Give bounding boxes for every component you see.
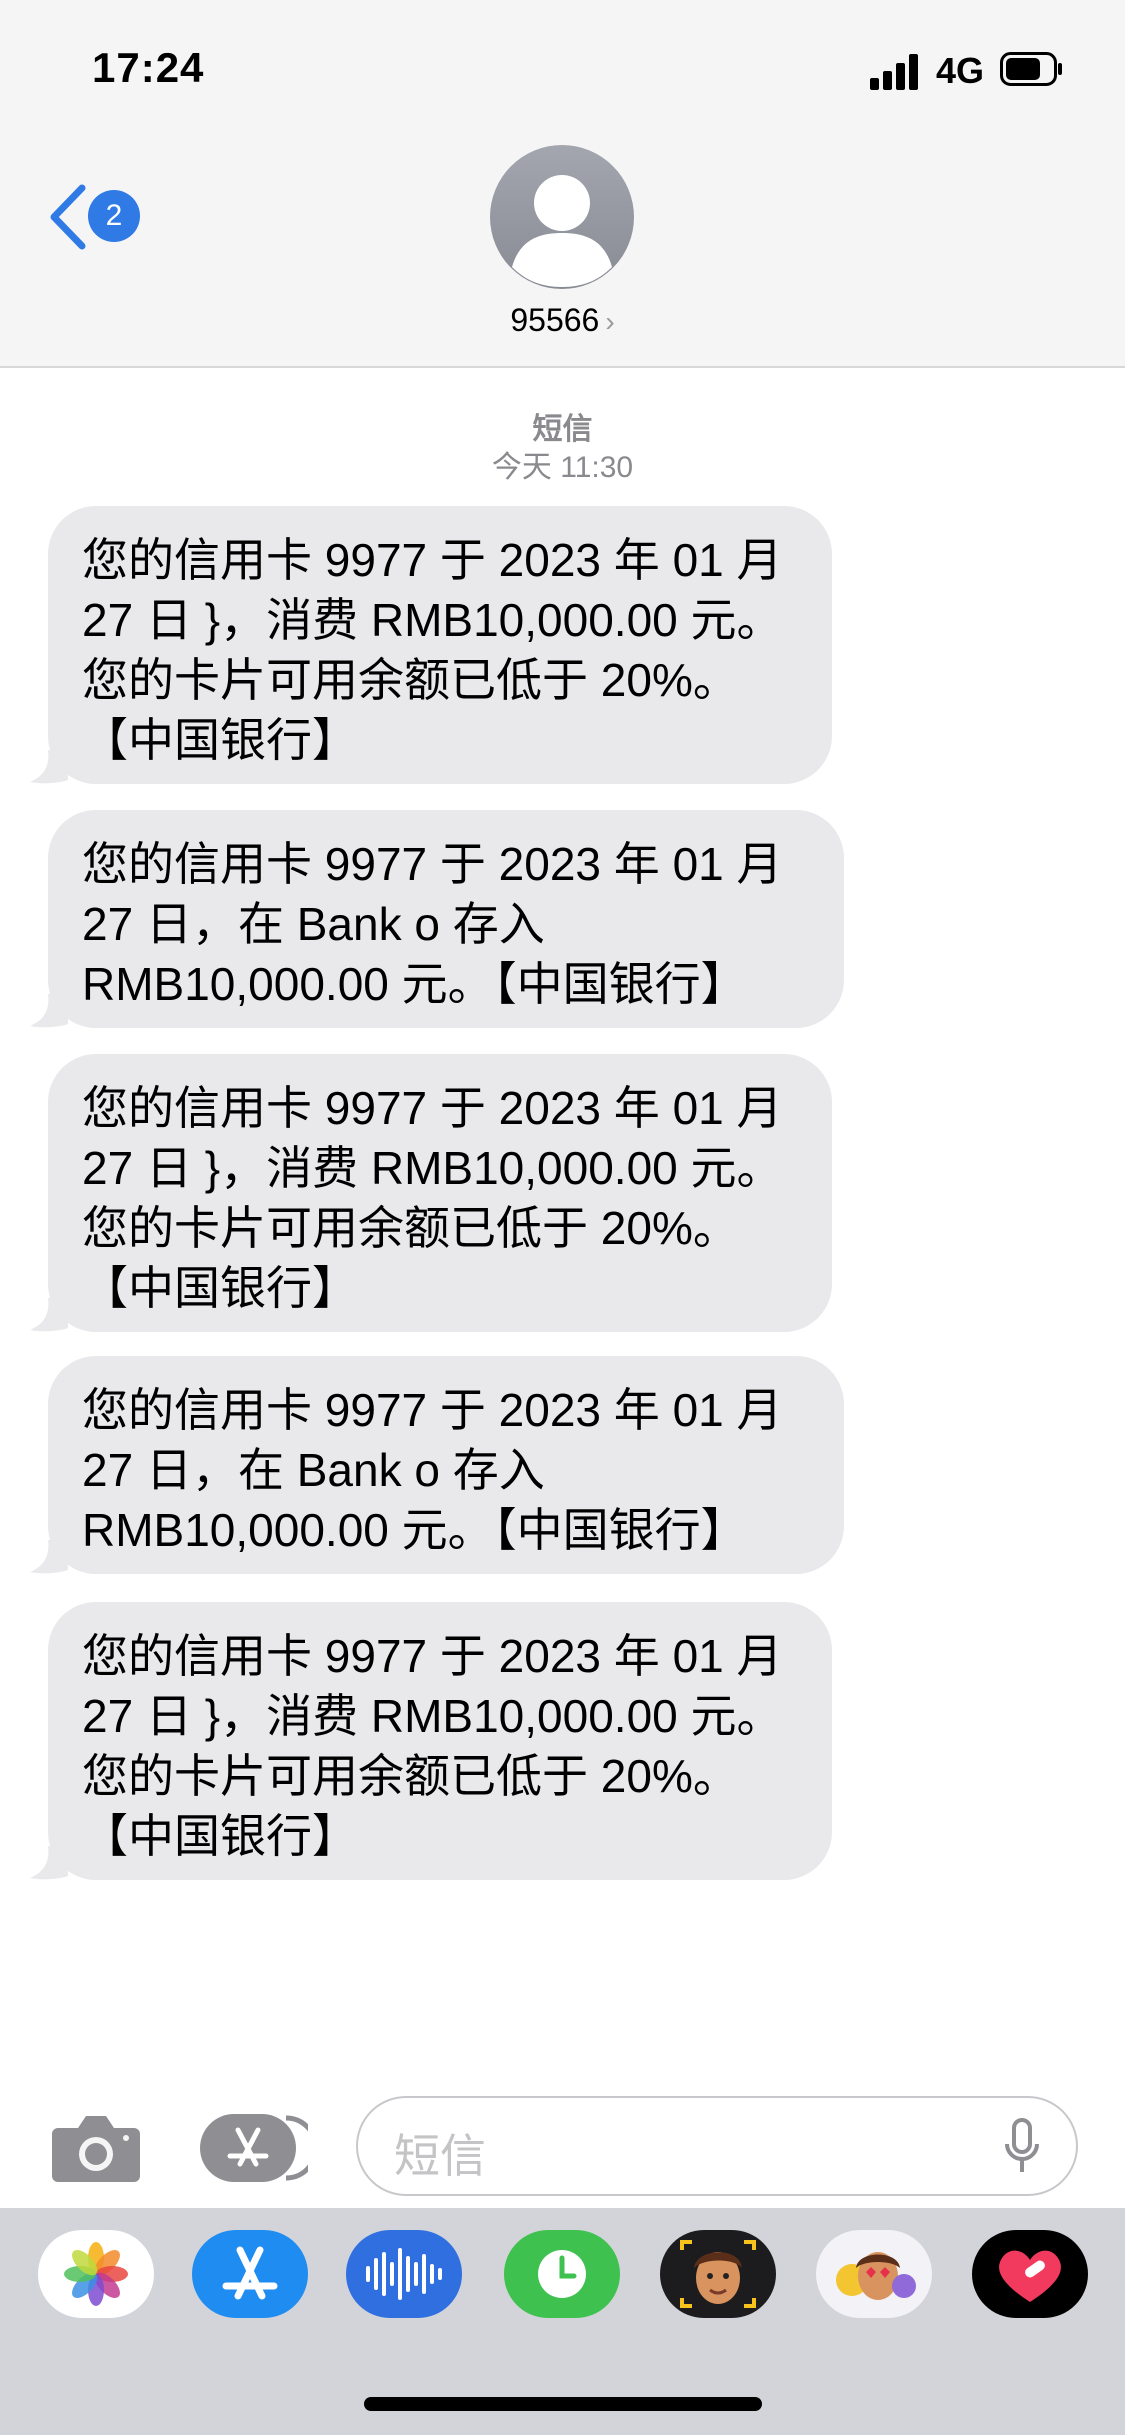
network-type: 4G bbox=[936, 50, 985, 91]
camera-icon[interactable] bbox=[50, 2110, 142, 2184]
message-input-placeholder: 短信 bbox=[394, 2130, 486, 2182]
audio-messages-icon[interactable] bbox=[346, 2230, 462, 2318]
apps-button-icon[interactable] bbox=[200, 2114, 308, 2182]
person-icon bbox=[512, 175, 612, 287]
digital-touch-icon[interactable] bbox=[504, 2230, 620, 2318]
home-indicator[interactable] bbox=[364, 2397, 762, 2411]
message-bubble[interactable]: 您的信用卡 9977 于 2023 年 01 月 27 日 }，消费 RMB10… bbox=[48, 506, 832, 784]
app-store-icon[interactable] bbox=[192, 2230, 308, 2318]
battery-icon bbox=[1000, 52, 1062, 86]
fitness-heart-icon[interactable] bbox=[972, 2230, 1088, 2318]
chevron-left-icon bbox=[50, 184, 86, 250]
unread-badge[interactable]: 2 bbox=[88, 190, 140, 242]
contact-name: 95566 bbox=[510, 302, 600, 338]
status-time: 17:24 bbox=[92, 44, 205, 91]
contact-name-button[interactable]: 95566 › bbox=[0, 302, 1125, 339]
message-bubble[interactable]: 您的信用卡 9977 于 2023 年 01 月 27 日，在 Bank o 存… bbox=[48, 810, 844, 1028]
microphone-icon[interactable] bbox=[1004, 2118, 1040, 2176]
conversation-header: 17:24 4G 2 95566 › bbox=[0, 0, 1125, 368]
chevron-right-icon: › bbox=[605, 306, 615, 337]
photos-icon[interactable] bbox=[38, 2230, 154, 2318]
contact-avatar[interactable] bbox=[490, 145, 634, 289]
message-timestamp: 今天 11:30 bbox=[491, 451, 634, 484]
cellular-signal-icon bbox=[870, 54, 922, 90]
message-input[interactable]: 短信 bbox=[356, 2096, 1078, 2196]
message-bubble[interactable]: 您的信用卡 9977 于 2023 年 01 月 27 日，在 Bank o 存… bbox=[48, 1356, 844, 1574]
memoji-icon[interactable] bbox=[660, 2230, 776, 2318]
message-bubble[interactable]: 您的信用卡 9977 于 2023 年 01 月 27 日 }，消费 RMB10… bbox=[48, 1602, 832, 1880]
memoji-stickers-icon[interactable] bbox=[816, 2230, 932, 2318]
message-bubble[interactable]: 您的信用卡 9977 于 2023 年 01 月 27 日 }，消费 RMB10… bbox=[48, 1054, 832, 1332]
